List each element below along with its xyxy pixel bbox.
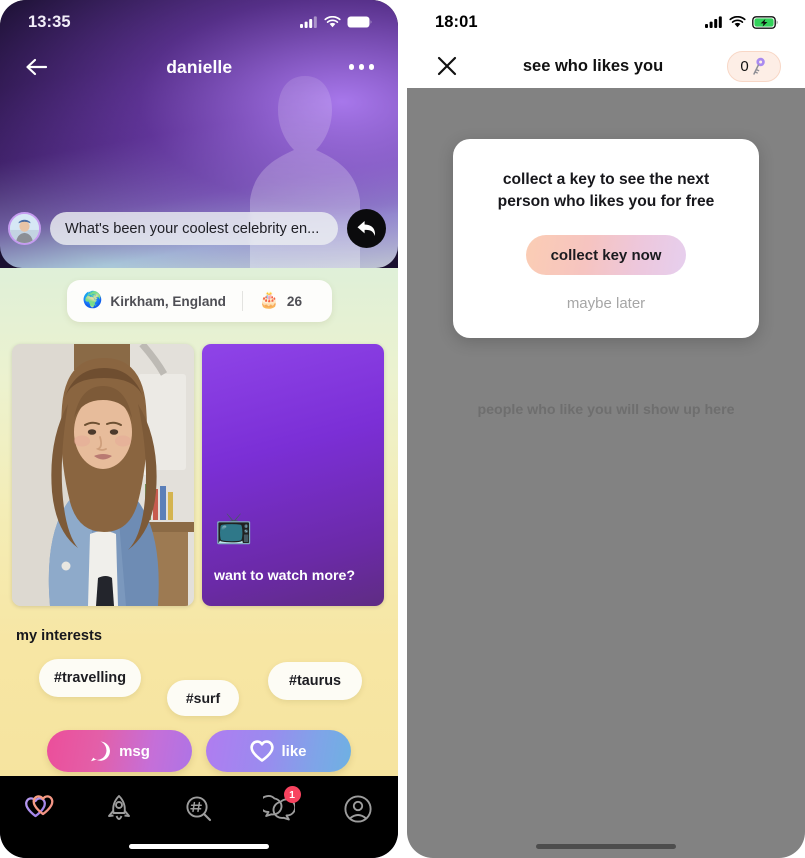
profile-topbar: danielle xyxy=(0,44,398,90)
like-button[interactable]: like xyxy=(206,730,351,772)
wifi-icon xyxy=(729,16,746,28)
rocket-icon xyxy=(108,795,131,820)
msg-button[interactable]: msg xyxy=(47,730,192,772)
profile-hero: 13:35 danielle What's been your coolest … xyxy=(0,0,398,268)
battery-charging-icon xyxy=(752,15,778,29)
likes-topbar: see who likes you 0 xyxy=(407,44,805,88)
screenshot-stage: 13:35 danielle What's been your coolest … xyxy=(0,0,805,858)
more-options-icon[interactable] xyxy=(348,64,374,70)
profile-cards: 📺 want to watch more? xyxy=(0,344,398,606)
profile-body: 🌍 Kirkham, England 🎂 26 📺 want to watch … xyxy=(0,268,398,776)
sidebar-item-chats[interactable]: 1 xyxy=(253,786,305,829)
cellular-signal-icon xyxy=(300,16,317,28)
left-phone: 13:35 danielle What's been your coolest … xyxy=(0,0,398,858)
empty-state-text: people who like you will show up here xyxy=(477,402,735,418)
prompt-avatar[interactable] xyxy=(8,212,41,245)
back-arrow-icon[interactable] xyxy=(24,56,50,78)
interests-heading: my interests xyxy=(16,628,102,644)
interest-tag[interactable]: #taurus xyxy=(268,662,362,700)
birthday-cake-icon: 🎂 xyxy=(259,292,279,309)
location-pill: 🌍 Kirkham, England xyxy=(67,293,243,309)
profile-actions: msg like xyxy=(0,730,398,772)
location-text: Kirkham, England xyxy=(110,293,226,309)
profile-info-pills: 🌍 Kirkham, England 🎂 26 xyxy=(66,280,332,322)
watch-more-label: want to watch more? xyxy=(214,568,356,584)
battery-full-icon xyxy=(347,16,372,28)
profile-photo[interactable] xyxy=(12,344,194,606)
key-balance-pill[interactable]: 0 xyxy=(727,50,781,82)
likes-screen: 18:01 see who likes you 0 people who lik… xyxy=(407,0,805,858)
maybe-later-button[interactable]: maybe later xyxy=(477,295,735,312)
key-count: 0 xyxy=(740,57,749,75)
sidebar-item-matches[interactable] xyxy=(14,789,66,829)
hashtag-search-icon xyxy=(186,796,212,822)
interest-tag[interactable]: #travelling xyxy=(39,659,141,697)
collect-key-modal: collect a key to see the next person who… xyxy=(453,139,759,339)
television-icon: 📺 xyxy=(215,512,253,545)
interest-tag[interactable]: #surf xyxy=(167,680,239,716)
like-label: like xyxy=(281,742,307,760)
double-heart-icon xyxy=(24,795,54,818)
close-icon[interactable] xyxy=(435,54,459,78)
page-title: see who likes you xyxy=(522,56,664,75)
bottom-tab-bar: 1 xyxy=(0,776,398,858)
age-text: 26 xyxy=(286,293,303,309)
chats-badge: 1 xyxy=(283,786,301,803)
speech-bubble-icon xyxy=(91,741,111,761)
phone-gap xyxy=(398,0,407,858)
likes-content-overlay: people who like you will show up here co… xyxy=(407,88,805,858)
status-bar-left: 13:35 xyxy=(0,0,398,44)
home-indicator xyxy=(536,844,676,849)
profile-screen: 13:35 danielle What's been your coolest … xyxy=(0,0,398,858)
key-icon xyxy=(752,57,765,75)
watch-more-card[interactable]: 📺 want to watch more? xyxy=(202,344,384,606)
msg-label: msg xyxy=(119,742,150,760)
sidebar-item-boost[interactable] xyxy=(93,789,145,829)
status-indicators xyxy=(300,16,372,28)
page-title: danielle xyxy=(166,56,233,77)
age-pill: 🎂 26 xyxy=(243,293,318,309)
sidebar-item-profile[interactable] xyxy=(332,789,384,829)
profile-circle-icon xyxy=(344,795,372,823)
status-indicators xyxy=(705,15,779,29)
prompt-text[interactable]: What's been your coolest celebrity en... xyxy=(50,212,338,245)
heart-icon xyxy=(250,740,275,762)
status-clock: 13:35 xyxy=(28,12,71,31)
home-indicator xyxy=(129,844,269,849)
cellular-signal-icon xyxy=(705,16,722,28)
collect-key-button[interactable]: collect key now xyxy=(526,235,686,276)
profile-prompt-row: What's been your coolest celebrity en... xyxy=(8,209,386,248)
sidebar-item-discover[interactable] xyxy=(173,789,225,829)
right-phone: 18:01 see who likes you 0 people who lik… xyxy=(407,0,805,858)
wifi-icon xyxy=(324,16,341,28)
reply-arrow-icon[interactable] xyxy=(347,209,386,248)
globe-icon: 🌍 xyxy=(82,292,103,309)
status-clock: 18:01 xyxy=(435,12,478,31)
status-bar-right: 18:01 xyxy=(407,0,805,44)
modal-title: collect a key to see the next person who… xyxy=(497,171,715,211)
interest-tags: #travelling #surf #taurus xyxy=(0,652,398,724)
